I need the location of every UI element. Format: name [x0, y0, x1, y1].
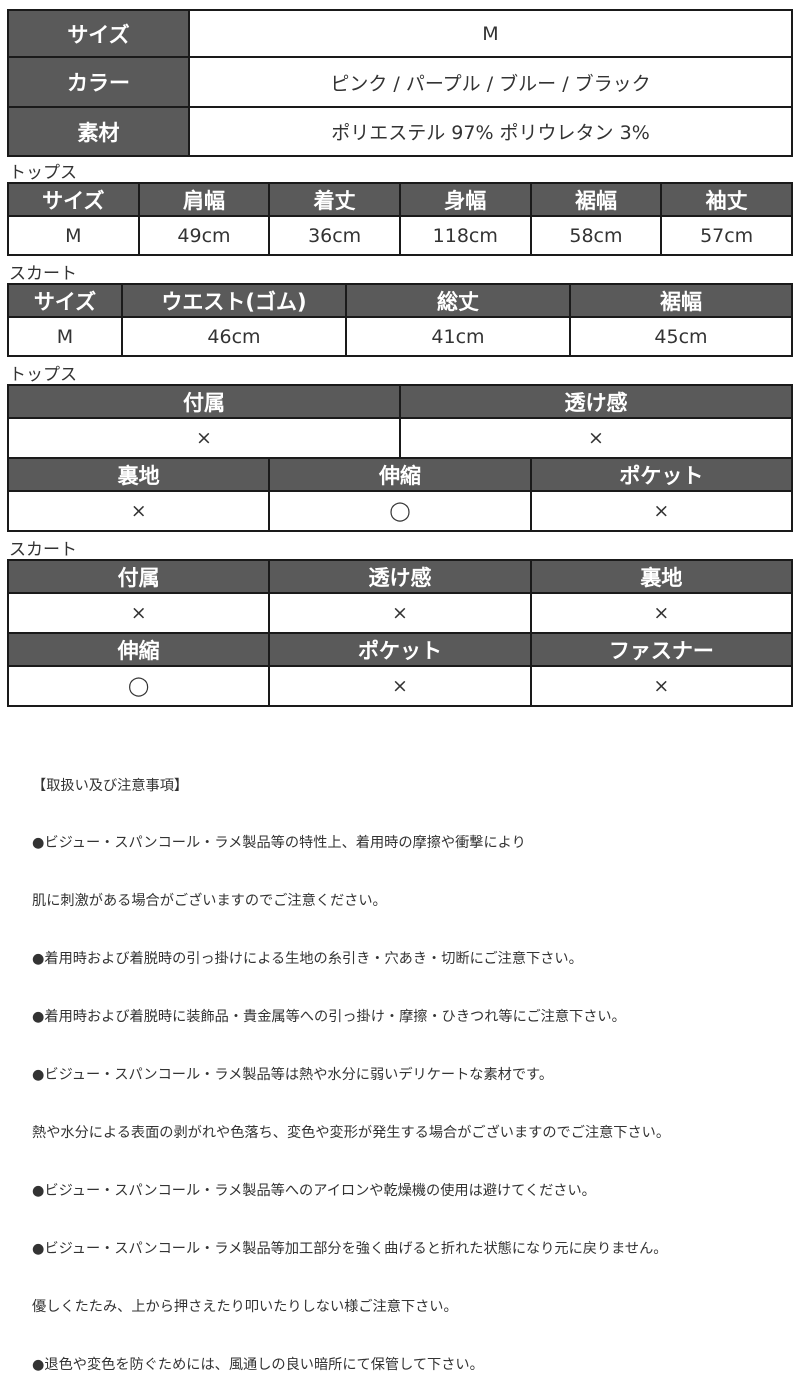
care-note-line: ●ビジュー・スパンコール・ラメ製品等加工部分を強く曲げると折れた状態になり元に戻… [32, 1240, 668, 1257]
section-label-skirt-size: スカート [9, 264, 77, 284]
section-label-tops-size: トップス [9, 163, 77, 183]
care-notes: 【取扱い及び注意事項】 ●ビジュー・スパンコール・ラメ製品等の特性上、着用時の摩… [32, 738, 670, 1394]
care-note-line: ●ビジュー・スパンコール・ラメ製品等の特性上、着用時の摩擦や衝撃により [32, 835, 526, 852]
skirt-size-value-row: M 46cm 41cm 45cm [7, 316, 793, 357]
cell-value: 58cm [529, 215, 663, 256]
col-header: 着丈 [268, 182, 401, 217]
cell-value: M [7, 215, 140, 256]
cell-value: 45cm [569, 316, 793, 357]
spec-label: サイズ [7, 9, 190, 58]
feature-header-row: 付属 透け感 [7, 384, 793, 419]
col-header: 裾幅 [569, 283, 793, 318]
feature-mark: × [529, 665, 794, 707]
col-header: 総丈 [345, 283, 571, 318]
section-label-skirt-features: スカート [9, 540, 77, 560]
spec-value: M [188, 9, 793, 58]
spec-value: ポリエステル 97% ポリウレタン 3% [188, 106, 793, 157]
tops-features-table-1: 付属 透け感 × × [7, 384, 793, 459]
feature-header-row: 付属 透け感 裏地 [6, 559, 794, 594]
feature-header-row: 裏地 伸縮 ポケット [6, 457, 794, 492]
col-header: 裾幅 [529, 182, 663, 217]
feature-value-row: × × × [6, 592, 794, 634]
feature-value-row: × × [7, 417, 793, 459]
feature-header: 裏地 [529, 559, 794, 594]
feature-header: ポケット [529, 457, 794, 492]
feature-header: 付属 [6, 559, 271, 594]
feature-mark: × [6, 592, 271, 634]
feature-mark: × [6, 490, 271, 532]
cell-value: 118cm [398, 215, 532, 256]
feature-header: ファスナー [529, 632, 794, 667]
feature-mark: × [529, 490, 794, 532]
spec-table: サイズ M カラー ピンク / パープル / ブルー / ブラック 素材 ポリエ… [7, 9, 793, 157]
col-header: 身幅 [398, 182, 532, 217]
tops-size-value-row: M 49cm 36cm 118cm 58cm 57cm [7, 215, 793, 256]
feature-mark: × [399, 417, 793, 459]
tops-size-table: サイズ 肩幅 着丈 身幅 裾幅 袖丈 M 49cm 36cm 118cm 58c… [7, 182, 793, 256]
feature-value-row: × ◯ × [6, 490, 794, 532]
col-header: サイズ [7, 182, 140, 217]
tops-size-header-row: サイズ 肩幅 着丈 身幅 裾幅 袖丈 [7, 182, 793, 217]
care-note-line: ●ビジュー・スパンコール・ラメ製品等へのアイロンや乾燥機の使用は避けてください。 [32, 1182, 596, 1199]
feature-mark: × [7, 417, 401, 459]
care-notes-title: 【取扱い及び注意事項】 [32, 777, 189, 794]
cell-value: 46cm [121, 316, 347, 357]
spec-value: ピンク / パープル / ブルー / ブラック [188, 56, 793, 108]
col-header: ウエスト(ゴム) [121, 283, 347, 318]
col-header: 肩幅 [137, 182, 271, 217]
cell-value: 41cm [345, 316, 571, 357]
cell-value: M [7, 316, 123, 357]
skirt-features-table-2: 伸縮 ポケット ファスナー ◯ × × [6, 632, 794, 707]
feature-header: 伸縮 [268, 457, 532, 492]
feature-mark: × [529, 592, 794, 634]
feature-header: ポケット [268, 632, 532, 667]
care-note-line: 優しくたたみ、上から押さえたり叩いたりしない様ご注意下さい。 [32, 1298, 458, 1315]
care-note-line: ●着用時および着脱時に装飾品・貴金属等への引っ掛け・摩擦・ひきつれ等にご注意下さ… [32, 1009, 626, 1026]
feature-header: 付属 [7, 384, 401, 419]
skirt-size-header-row: サイズ ウエスト(ゴム) 総丈 裾幅 [7, 283, 793, 318]
feature-header: 伸縮 [6, 632, 271, 667]
spec-row-color: カラー ピンク / パープル / ブルー / ブラック [7, 56, 793, 108]
section-label-tops-features: トップス [9, 365, 77, 385]
feature-header: 透け感 [399, 384, 793, 419]
skirt-size-table: サイズ ウエスト(ゴム) 総丈 裾幅 M 46cm 41cm 45cm [7, 283, 793, 357]
spec-row-material: 素材 ポリエステル 97% ポリウレタン 3% [7, 106, 793, 157]
feature-header-row: 伸縮 ポケット ファスナー [6, 632, 794, 667]
feature-mark: × [268, 592, 532, 634]
spec-label: 素材 [7, 106, 190, 157]
cell-value: 36cm [268, 215, 401, 256]
feature-mark: × [268, 665, 532, 707]
care-note-line: ●ビジュー・スパンコール・ラメ製品等は熱や水分に弱いデリケートな素材です。 [32, 1067, 554, 1084]
feature-mark: ◯ [268, 490, 532, 532]
feature-header: 透け感 [268, 559, 532, 594]
cell-value: 57cm [660, 215, 793, 256]
spec-row-size: サイズ M [7, 9, 793, 58]
tops-features-table-2: 裏地 伸縮 ポケット × ◯ × [6, 457, 794, 532]
feature-header: 裏地 [6, 457, 271, 492]
care-note-line: ●着用時および着脱時の引っ掛けによる生地の糸引き・穴あき・切断にご注意下さい。 [32, 951, 583, 968]
skirt-features-table-1: 付属 透け感 裏地 × × × [6, 559, 794, 634]
feature-mark: ◯ [6, 665, 271, 707]
col-header: サイズ [7, 283, 123, 318]
feature-value-row: ◯ × × [6, 665, 794, 707]
care-note-line: 肌に刺激がある場合がございますのでご注意ください。 [32, 893, 387, 910]
care-note-line: 熱や水分による表面の剥がれや色落ち、変色や変形が発生する場合がございますのでご注… [32, 1124, 671, 1141]
col-header: 袖丈 [660, 182, 793, 217]
cell-value: 49cm [137, 215, 271, 256]
spec-label: カラー [7, 56, 190, 108]
care-note-line: ●退色や変色を防ぐためには、風通しの良い暗所にて保管して下さい。 [32, 1356, 484, 1373]
